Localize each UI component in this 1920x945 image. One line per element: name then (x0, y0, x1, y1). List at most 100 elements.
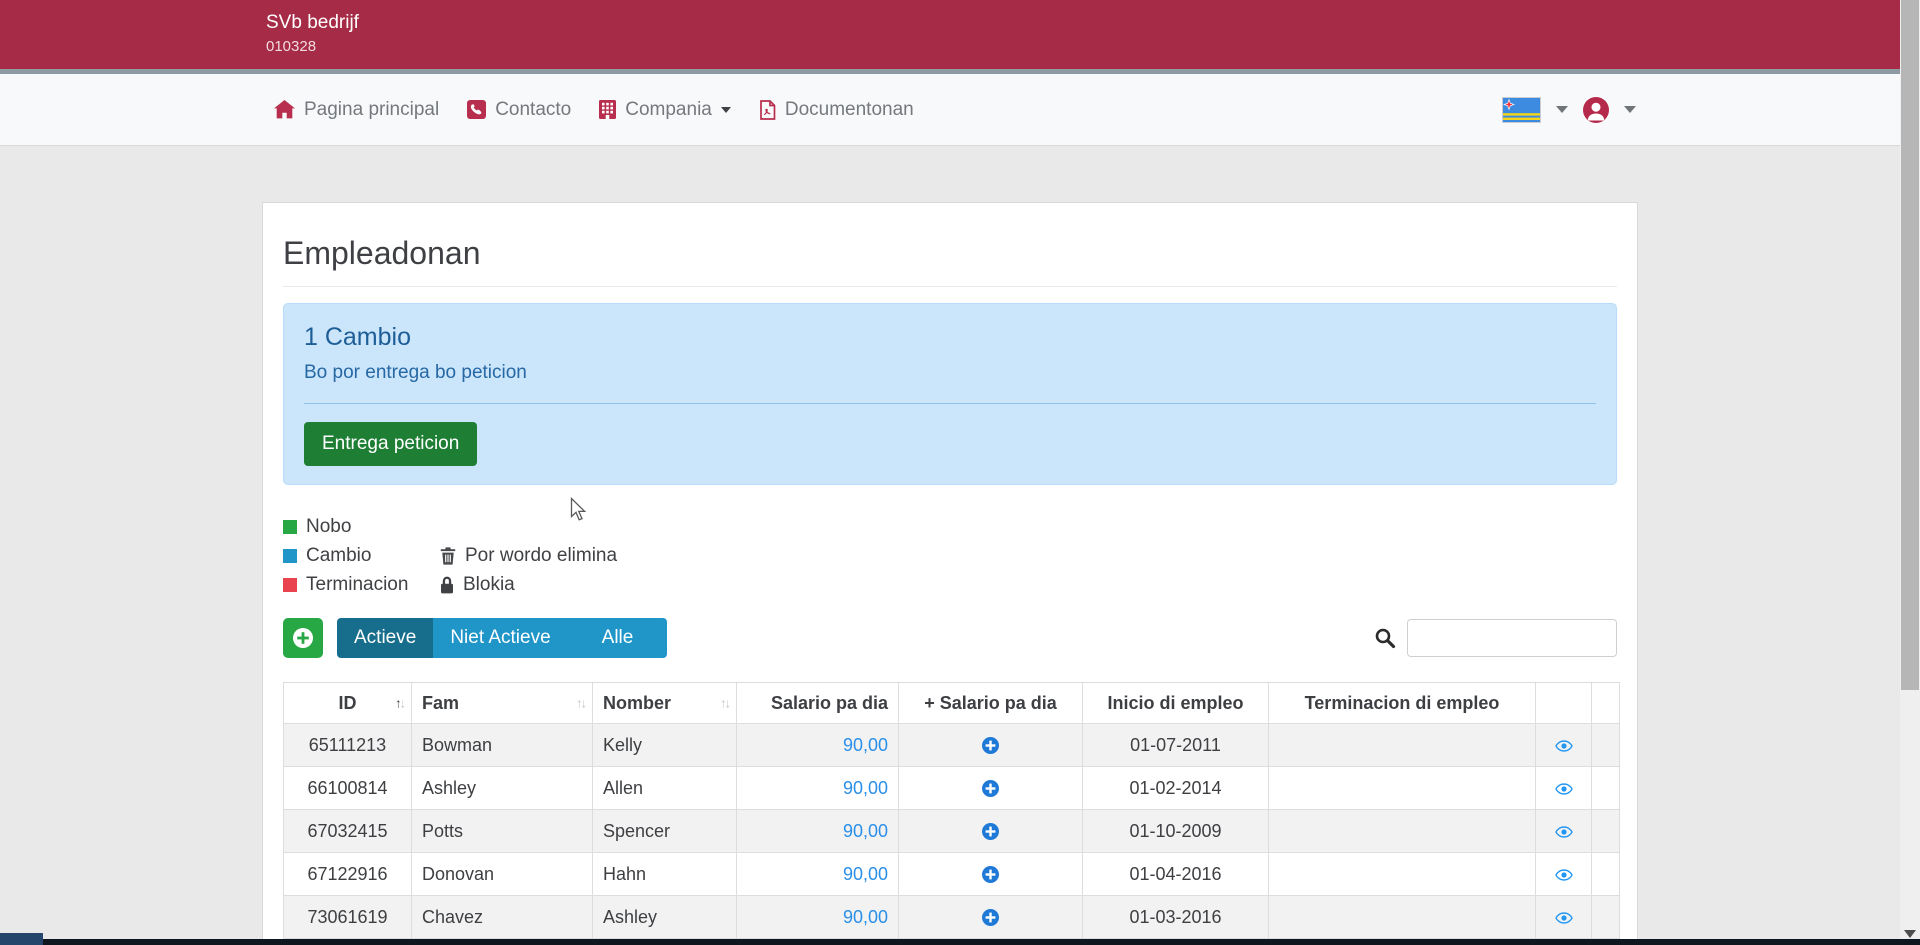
main-navbar: Pagina principal Contacto (0, 74, 1900, 146)
legend-item-cambio: Cambio (283, 544, 440, 567)
add-salario-icon[interactable] (982, 737, 999, 754)
table-search (1374, 619, 1617, 657)
cell-fam: Potts (412, 810, 593, 853)
pending-changes-alert: 1 Cambio Bo por entrega bo peticion Entr… (283, 303, 1617, 485)
lock-icon (440, 576, 454, 594)
add-employee-button[interactable] (283, 618, 323, 658)
cell-view (1536, 896, 1592, 939)
taskbar-edge (0, 939, 1920, 945)
cell-inicio: 01-10-2009 (1083, 810, 1269, 853)
legend-item-por-wordo-elimina: Por wordo elimina (440, 544, 1617, 567)
cell-add-salario (899, 724, 1083, 767)
cell-extra (1592, 896, 1620, 939)
cell-terminacion (1269, 724, 1536, 767)
add-salario-icon[interactable] (982, 909, 999, 926)
table-row: 67032415 Potts Spencer 90,00 01-10-2009 (284, 810, 1620, 853)
green-swatch (283, 520, 297, 534)
legend-label: Cambio (306, 545, 371, 567)
user-dropdown-caret[interactable] (1624, 106, 1636, 113)
eye-icon[interactable] (1555, 912, 1573, 924)
legend-item-terminacion: Terminacion (283, 573, 440, 596)
app-header-bar: SVb bedrijf 010328 (0, 0, 1900, 74)
employees-table: ID ↑↓ Fam ↑↓ Nomber ↑↓ Salario (283, 682, 1620, 939)
table-row: 65111213 Bowman Kelly 90,00 01-07-2011 (284, 724, 1620, 767)
cell-add-salario (899, 896, 1083, 939)
salario-link[interactable]: 90,00 (843, 821, 888, 841)
user-circle-icon[interactable] (1583, 97, 1609, 123)
salario-link[interactable]: 90,00 (843, 735, 888, 755)
table-row: 66100814 Ashley Allen 90,00 01-02-2014 (284, 767, 1620, 810)
cell-extra (1592, 724, 1620, 767)
nav-item-contacto[interactable]: Contacto (467, 99, 571, 121)
cell-fam: Chavez (412, 896, 593, 939)
column-header-id[interactable]: ID ↑↓ (284, 683, 412, 724)
search-icon (1374, 627, 1396, 649)
scrollbar-down-arrow-icon[interactable] (1904, 930, 1916, 938)
cell-terminacion (1269, 853, 1536, 896)
table-row: 67122916 Donovan Hahn 90,00 01-04-2016 (284, 853, 1620, 896)
alert-message: Bo por entrega bo peticion (304, 361, 1596, 385)
eye-icon[interactable] (1555, 869, 1573, 881)
cell-nomber: Kelly (593, 724, 737, 767)
add-salario-icon[interactable] (982, 866, 999, 883)
salario-link[interactable]: 90,00 (843, 864, 888, 884)
blue-swatch (283, 549, 297, 563)
cell-add-salario (899, 853, 1083, 896)
cell-nomber: Spencer (593, 810, 737, 853)
cell-nomber: Allen (593, 767, 737, 810)
cell-extra (1592, 810, 1620, 853)
taskbar-corner (0, 933, 43, 945)
eye-icon[interactable] (1555, 783, 1573, 795)
language-flag-aruba[interactable] (1502, 97, 1541, 123)
submit-request-button[interactable]: Entrega peticion (304, 422, 477, 466)
language-dropdown-caret[interactable] (1556, 106, 1568, 113)
trash-icon (440, 547, 456, 565)
table-header-row: ID ↑↓ Fam ↑↓ Nomber ↑↓ Salario (284, 683, 1620, 724)
cell-inicio: 01-04-2016 (1083, 853, 1269, 896)
nav-label: Compania (625, 99, 712, 121)
chevron-down-icon (721, 107, 731, 113)
nav-item-documentonan[interactable]: Documentonan (759, 99, 914, 121)
tab-niet-actieve[interactable]: Niet Actieve (433, 618, 567, 658)
legend-item-blokia: Blokia (440, 573, 1617, 596)
cell-view (1536, 724, 1592, 767)
eye-icon[interactable] (1555, 740, 1573, 752)
phone-icon (467, 100, 486, 119)
column-header-terminacion[interactable]: Terminacion di empleo (1269, 683, 1536, 724)
cell-id: 66100814 (284, 767, 412, 810)
alert-divider (304, 403, 1596, 404)
nav-label: Documentonan (785, 99, 914, 121)
cell-salario: 90,00 (737, 896, 899, 939)
column-header-add-salario[interactable]: + Salario pa dia (899, 683, 1083, 724)
column-header-fam[interactable]: Fam ↑↓ (412, 683, 593, 724)
alert-title: 1 Cambio (304, 322, 1596, 352)
legend-label: Nobo (306, 516, 351, 538)
column-header-salario[interactable]: Salario pa dia (737, 683, 899, 724)
nav-item-compania[interactable]: Compania (599, 99, 731, 121)
eye-icon[interactable] (1555, 826, 1573, 838)
add-salario-icon[interactable] (982, 780, 999, 797)
cell-salario: 90,00 (737, 724, 899, 767)
scrollbar-thumb[interactable] (1901, 0, 1919, 690)
company-name: SVb bedrijf (266, 11, 1638, 35)
cell-view (1536, 767, 1592, 810)
title-divider (283, 286, 1617, 287)
cell-terminacion (1269, 767, 1536, 810)
sort-icon: ↑↓ (395, 696, 404, 711)
cell-id: 65111213 (284, 724, 412, 767)
filter-tabs: Actieve Niet Actieve Alle (337, 618, 667, 658)
vertical-scrollbar[interactable] (1900, 0, 1920, 945)
column-header-nomber[interactable]: Nomber ↑↓ (593, 683, 737, 724)
cell-extra (1592, 767, 1620, 810)
add-salario-icon[interactable] (982, 823, 999, 840)
nav-item-pagina-principal[interactable]: Pagina principal (274, 99, 439, 121)
sort-icon: ↑↓ (720, 696, 729, 711)
salario-link[interactable]: 90,00 (843, 907, 888, 927)
column-header-inicio[interactable]: Inicio di empleo (1083, 683, 1269, 724)
salario-link[interactable]: 90,00 (843, 778, 888, 798)
search-input[interactable] (1407, 619, 1617, 657)
cell-extra (1592, 853, 1620, 896)
tab-alle[interactable]: Alle (568, 618, 668, 658)
tab-actieve[interactable]: Actieve (337, 618, 433, 658)
cell-terminacion (1269, 896, 1536, 939)
